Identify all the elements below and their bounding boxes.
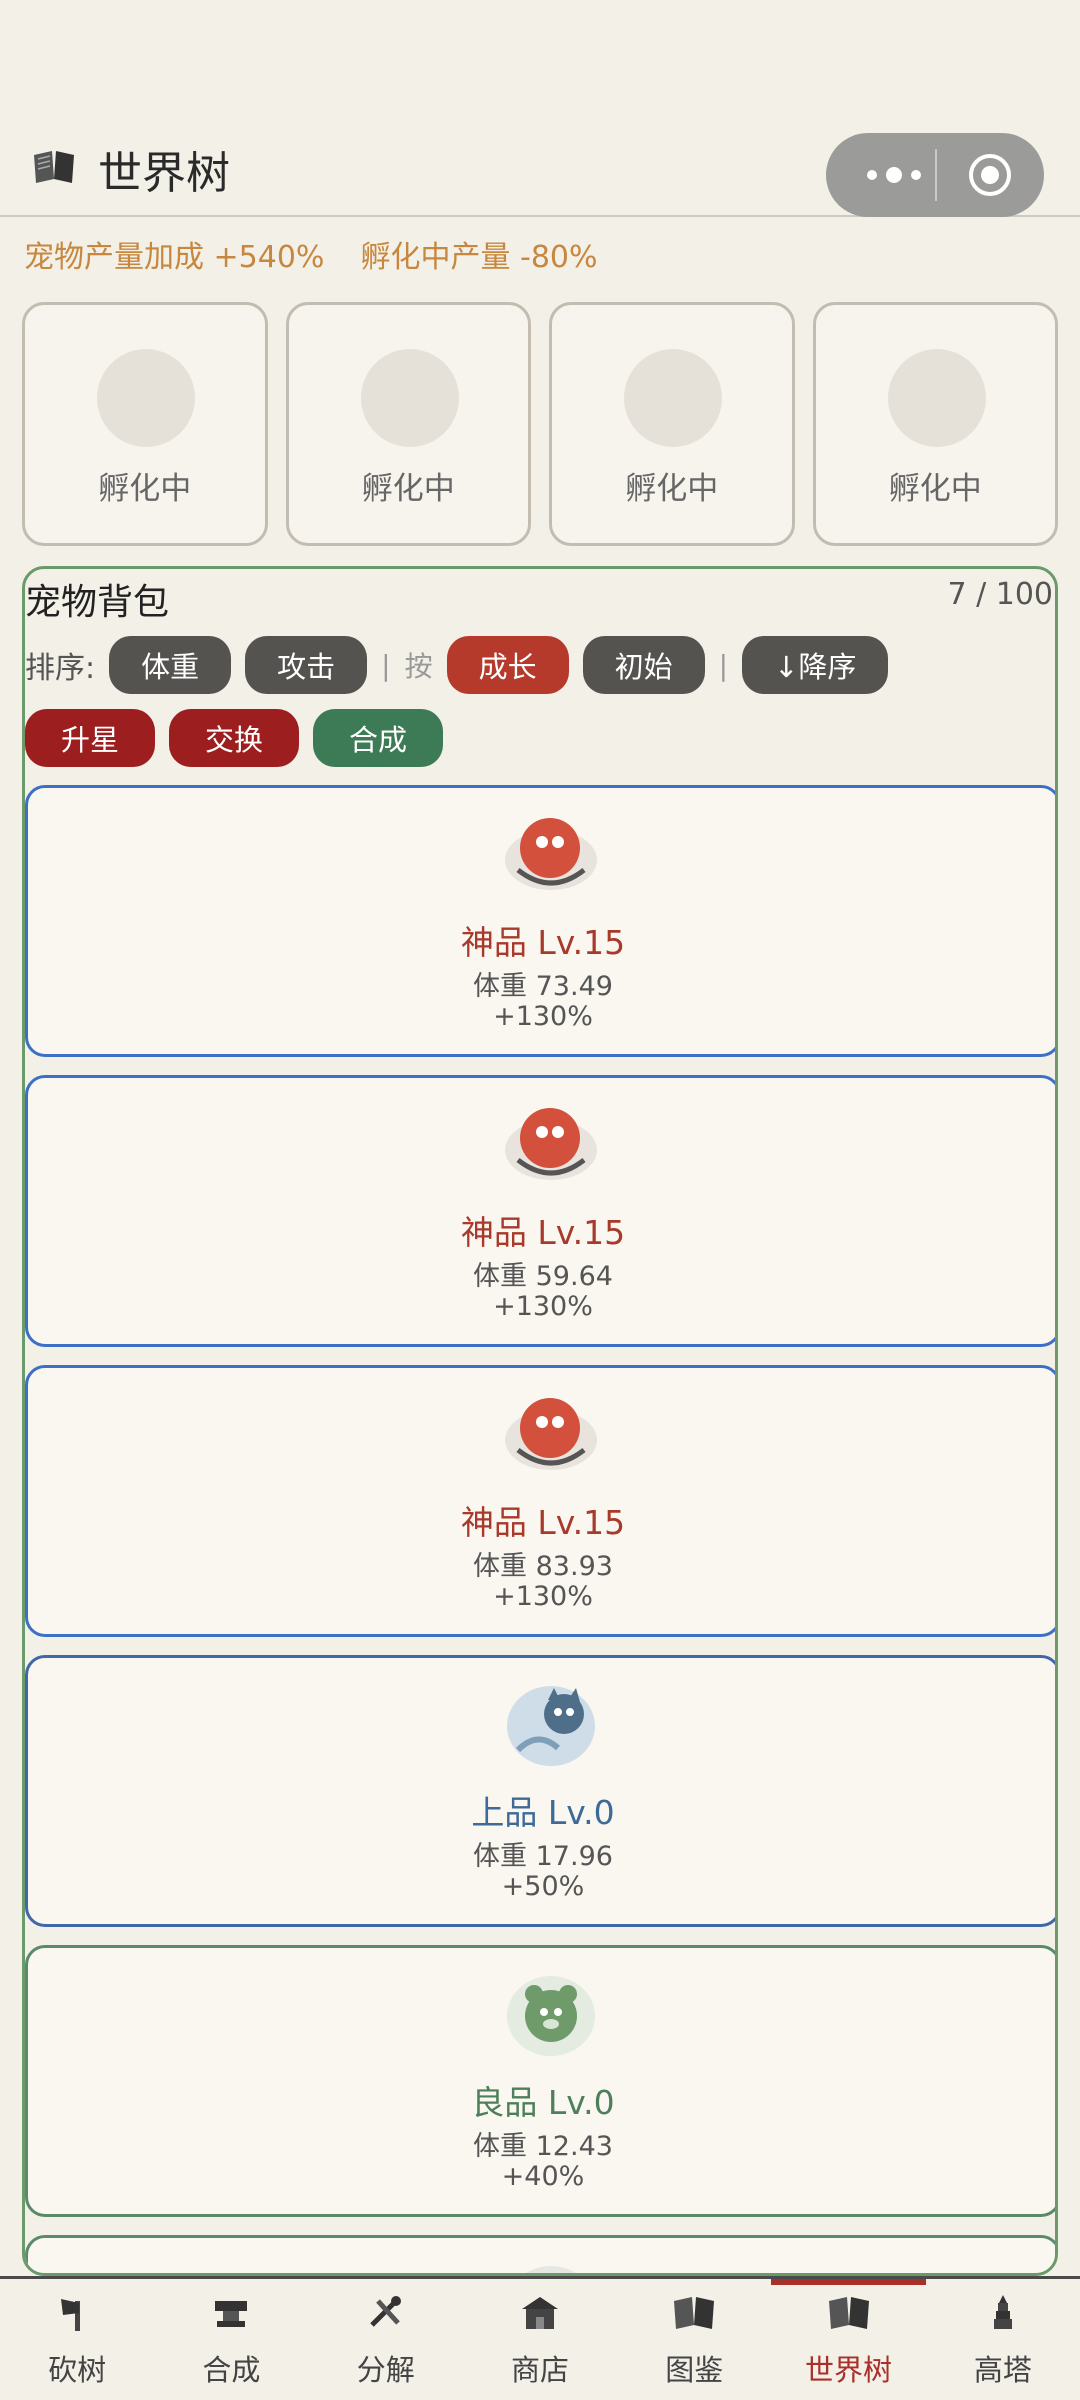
nav-item-world-tree[interactable]: 世界树 <box>771 2279 926 2400</box>
header: 世界树 <box>0 125 1080 217</box>
page-title: 世界树 <box>98 148 230 199</box>
pet-weight: 体重 83.93 <box>473 1551 613 1582</box>
pet-bonus: +130% <box>493 1291 593 1322</box>
pet-partial-icon <box>526 2266 576 2273</box>
exchange-button[interactable]: 交换 <box>169 709 299 767</box>
tools-icon <box>369 2296 401 2327</box>
pet-output-bonus: 宠物产量加成 +540% <box>24 240 325 275</box>
bag-title: 宠物背包 <box>25 582 170 623</box>
pet-weight: 体重 59.64 <box>473 1261 613 1292</box>
incubating-output-penalty: 孵化中产量 -80% <box>360 240 598 275</box>
pet-fire-lion-icon <box>505 818 597 890</box>
incubation-slot[interactable]: 孵化中 <box>22 302 268 546</box>
pet-grade: 上品 Lv.0 <box>471 1793 615 1832</box>
egg-placeholder <box>360 349 459 447</box>
book-icon <box>828 2297 869 2329</box>
nav-label: 分解 <box>356 2353 415 2387</box>
incubation-slot[interactable]: 孵化中 <box>285 302 531 546</box>
sort-divider: | <box>718 648 729 682</box>
shop-icon <box>521 2297 558 2329</box>
sort-initial-button[interactable]: 初始 <box>582 636 705 694</box>
pet-fire-lion-icon <box>505 1398 597 1470</box>
incubation-slot[interactable]: 孵化中 <box>812 302 1058 546</box>
merge-button[interactable]: 合成 <box>313 709 443 767</box>
nav-label: 图鉴 <box>665 2353 724 2387</box>
pet-bonus: +40% <box>501 2161 585 2192</box>
mini-program-capsule[interactable] <box>826 133 1044 217</box>
pet-card[interactable]: 上品 Lv.0 体重 17.96 +50% <box>25 1655 1055 1927</box>
slot-status: 孵化中 <box>888 471 982 507</box>
sort-row: 排序: 体重 攻击 | 按 成长 初始 | ↓降序 <box>25 635 889 695</box>
sort-label: 排序: <box>25 651 96 686</box>
nav-item-tower[interactable]: 高塔 <box>926 2279 1080 2400</box>
capsule-divider <box>935 149 937 201</box>
pet-bag: 宠物背包 7 / 100 排序: 体重 攻击 | 按 成长 初始 | ↓降序 升… <box>22 566 1058 2276</box>
pet-grade: 神品 Lv.15 <box>460 1503 626 1542</box>
pet-weight: 体重 73.49 <box>473 971 613 1002</box>
pet-bonus: +50% <box>501 1871 585 1902</box>
nav-item-decompose[interactable]: 分解 <box>309 2279 463 2400</box>
status-bar-space <box>0 0 1080 125</box>
pet-bonus: +130% <box>493 1001 593 1032</box>
star-up-button[interactable]: 升星 <box>25 709 155 767</box>
axe-icon <box>61 2299 81 2331</box>
sort-by-label: 按 <box>404 650 433 683</box>
tower-icon <box>993 2295 1012 2329</box>
close-target-icon[interactable] <box>966 151 1014 199</box>
pet-card[interactable]: 神品 Lv.15 体重 73.49 +130% <box>25 785 1055 1057</box>
egg-placeholder <box>624 349 722 447</box>
sort-growth-button[interactable]: 成长 <box>446 636 569 694</box>
pet-fire-lion-icon <box>505 1108 597 1180</box>
nav-label: 砍树 <box>48 2353 107 2387</box>
pet-green-bear-icon <box>507 1976 595 2056</box>
incubation-slot[interactable]: 孵化中 <box>549 302 795 546</box>
pet-grade: 良品 Lv.0 <box>471 2083 615 2122</box>
pet-weight: 体重 17.96 <box>473 1841 613 1872</box>
pet-card[interactable]: 良品 Lv.0 体重 12.43 +40% <box>25 1945 1055 2217</box>
slot-status: 孵化中 <box>98 471 192 507</box>
egg-placeholder <box>97 349 195 447</box>
slot-status: 孵化中 <box>625 471 719 507</box>
more-icon[interactable] <box>856 153 932 197</box>
slot-status: 孵化中 <box>361 471 455 507</box>
bottom-nav: 砍树 合成 分解 商店 图鉴 世界树 高塔 <box>0 2276 1080 2400</box>
sort-weight-button[interactable]: 体重 <box>109 636 232 694</box>
incubation-slots: 孵化中 孵化中 孵化中 孵化中 <box>22 302 1058 546</box>
pet-card[interactable]: 神品 Lv.15 体重 59.64 +130% <box>25 1075 1055 1347</box>
nav-label: 高塔 <box>973 2353 1032 2387</box>
book-icon <box>674 2297 715 2329</box>
nav-item-chop[interactable]: 砍树 <box>0 2279 154 2400</box>
egg-placeholder <box>887 349 986 447</box>
sort-divider: | <box>381 648 391 682</box>
pet-card[interactable]: 神品 Lv.15 体重 83.93 +130% <box>25 1365 1055 1637</box>
pet-ice-cat-icon <box>507 1686 595 1766</box>
action-row: 升星 交换 合成 <box>25 709 443 767</box>
sort-order-button[interactable]: ↓降序 <box>742 636 889 694</box>
nav-label: 商店 <box>510 2353 569 2387</box>
sort-attack-button[interactable]: 攻击 <box>245 636 368 694</box>
pet-grade: 神品 Lv.15 <box>460 923 626 962</box>
bonus-row: 宠物产量加成 +540% 孵化中产量 -80% <box>24 232 598 276</box>
pet-weight: 体重 12.43 <box>473 2131 613 2162</box>
nav-item-merge[interactable]: 合成 <box>154 2279 308 2400</box>
nav-label: 合成 <box>202 2353 261 2387</box>
nav-item-shop[interactable]: 商店 <box>463 2279 617 2400</box>
pet-bonus: +130% <box>493 1581 593 1612</box>
book-icon <box>34 151 74 183</box>
anvil-icon <box>215 2301 248 2327</box>
nav-label: 世界树 <box>805 2353 893 2387</box>
pet-card-partial[interactable] <box>25 2235 1055 2273</box>
bag-count: 7 / 100 <box>947 577 1053 612</box>
pet-grade: 神品 Lv.15 <box>460 1213 626 1252</box>
nav-item-codex[interactable]: 图鉴 <box>617 2279 771 2400</box>
